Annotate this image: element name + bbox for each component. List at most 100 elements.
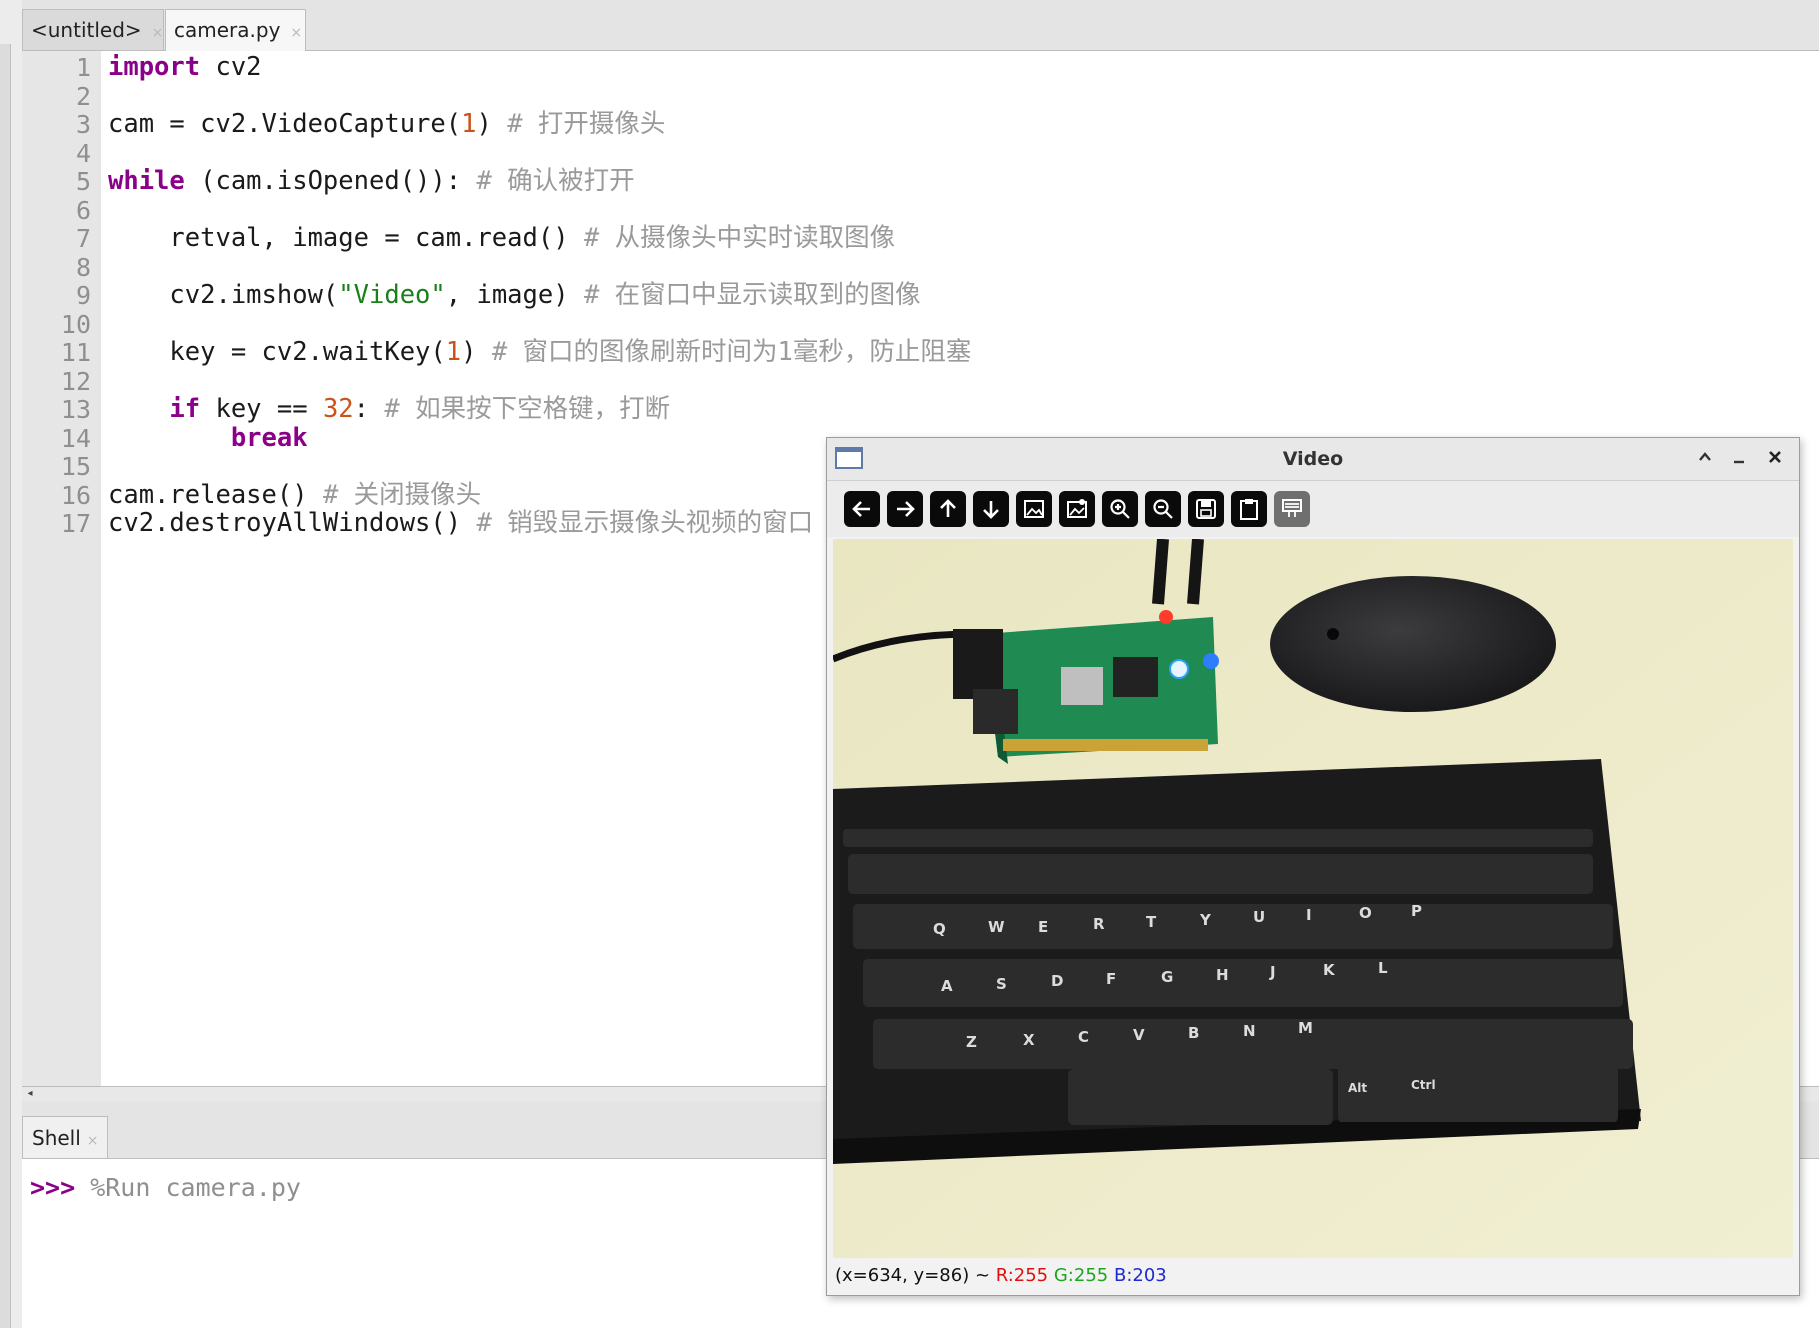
- zoom-out-button[interactable]: [1145, 491, 1181, 527]
- red-value: R:255: [995, 1265, 1049, 1286]
- arrow-up-icon: [940, 499, 956, 517]
- svg-text:Alt: Alt: [1348, 1081, 1367, 1095]
- svg-text:H: H: [1216, 966, 1229, 984]
- pan-up-button[interactable]: [930, 491, 966, 527]
- code-line-14: break: [108, 422, 308, 455]
- pan-left-button[interactable]: [844, 491, 880, 527]
- tab-untitled[interactable]: <untitled> ×: [22, 9, 164, 50]
- code-line-1: import cv2: [108, 51, 262, 84]
- svg-text:U: U: [1253, 908, 1265, 926]
- zoom-out-icon: [1153, 499, 1173, 519]
- zoom-original-button[interactable]: [1016, 491, 1052, 527]
- svg-text:S: S: [996, 975, 1007, 993]
- shell-line: >>> %Run camera.py: [30, 1173, 301, 1202]
- code-text: ): [476, 109, 508, 139]
- comment: # 在窗口中显示读取到的图像: [583, 280, 921, 310]
- comment: # 从摄像头中实时读取图像: [583, 223, 896, 253]
- clipboard-icon: [1240, 499, 1258, 520]
- svg-text:M: M: [1298, 1019, 1313, 1037]
- svg-text:G: G: [1161, 968, 1173, 986]
- copy-to-clipboard-button[interactable]: [1231, 491, 1267, 527]
- svg-text:D: D: [1051, 972, 1063, 990]
- properties-button[interactable]: [1274, 491, 1310, 527]
- code-text: (cam.isOpened()):: [184, 166, 477, 196]
- code-text: cv2: [200, 52, 262, 82]
- zoom-in-button[interactable]: [1102, 491, 1138, 527]
- code-text: cv2.destroyAllWindows(): [108, 508, 477, 538]
- svg-text:C: C: [1078, 1028, 1089, 1046]
- comment: # 打开摄像头: [507, 109, 666, 139]
- close-icon[interactable]: ×: [87, 1133, 99, 1149]
- video-window[interactable]: Video Q W E R T Y U I O P A S D F G H J …: [826, 437, 1800, 1296]
- svg-text:E: E: [1038, 918, 1048, 936]
- code-line-7: retval, image = cam.read() # 从摄像头中实时读取图像: [108, 222, 895, 255]
- code-text: key = cv2.waitKey(: [108, 337, 446, 367]
- properties-icon: [1282, 499, 1302, 517]
- tab-camera-py[interactable]: camera.py ×: [165, 9, 306, 51]
- keyword: import: [108, 52, 201, 82]
- svg-text:N: N: [1243, 1022, 1256, 1040]
- arrow-down-icon: [983, 501, 999, 519]
- code-line-5: while (cam.isOpened()): # 确认被打开: [108, 165, 635, 198]
- svg-text:V: V: [1133, 1026, 1145, 1044]
- keyword: break: [108, 422, 308, 453]
- chevron-up-icon: [1699, 452, 1711, 461]
- code-text: , image): [445, 280, 584, 310]
- save-icon: [1196, 499, 1216, 519]
- tab-shell-label: Shell: [32, 1126, 81, 1150]
- svg-text:P: P: [1411, 902, 1422, 920]
- code-text: cam.release(): [108, 479, 323, 510]
- minimize-icon: [1734, 460, 1744, 464]
- code-text: retval, image = cam.read(): [108, 223, 584, 253]
- svg-text:Y: Y: [1199, 911, 1212, 929]
- code-text: cam = cv2.VideoCapture(: [108, 109, 462, 139]
- svg-text:I: I: [1306, 906, 1312, 924]
- comment: # 窗口的图像刷新时间为1毫秒，防止阻塞: [491, 337, 972, 367]
- shell-prompt: >>>: [30, 1173, 76, 1202]
- keyword: if: [108, 394, 201, 424]
- video-toolbar: [827, 481, 1799, 537]
- image-icon: [1024, 500, 1044, 518]
- svg-text:Q: Q: [933, 920, 946, 938]
- tab-shell[interactable]: Shell ×: [22, 1116, 108, 1158]
- line-number: 17: [60, 509, 91, 538]
- zoom-fit-button[interactable]: [1059, 491, 1095, 527]
- code-line-11: key = cv2.waitKey(1) # 窗口的图像刷新时间为1毫秒，防止阻…: [108, 336, 971, 369]
- camera-frame[interactable]: Q W E R T Y U I O P A S D F G H J K L Z X C V B N M Alt Ctrl: [833, 539, 1793, 1258]
- arrow-left-icon: [852, 501, 870, 517]
- code-line-9: cv2.imshow("Video", image) # 在窗口中显示读取到的图…: [108, 279, 921, 312]
- green-value: G:255: [1053, 1265, 1109, 1286]
- pixel-status-bar: (x=634, y=86) ~ R:255 G:255 B:203: [835, 1261, 1167, 1291]
- left-edge-strip: [0, 44, 11, 1328]
- svg-text:X: X: [1023, 1031, 1035, 1049]
- close-window-button[interactable]: [1759, 442, 1791, 476]
- code-line-3: cam = cv2.VideoCapture(1) # 打开摄像头: [108, 108, 665, 141]
- code-line-17: cv2.destroyAllWindows() # 销毁显示摄像头视频的窗口: [108, 507, 813, 540]
- blue-value: B:203: [1113, 1265, 1167, 1286]
- code-text: key ==: [200, 394, 323, 424]
- tab-camera-py-label: camera.py: [174, 18, 281, 42]
- video-window-titlebar[interactable]: Video: [827, 438, 1799, 481]
- maximize-button[interactable]: [1689, 442, 1721, 476]
- svg-text:W: W: [988, 918, 1005, 936]
- shell-command: %Run camera.py: [75, 1173, 301, 1202]
- comment: # 关闭摄像头: [322, 479, 482, 510]
- svg-text:L: L: [1378, 959, 1388, 977]
- svg-text:K: K: [1323, 961, 1336, 979]
- pan-right-button[interactable]: [887, 491, 923, 527]
- code-text: :: [353, 394, 385, 424]
- close-icon[interactable]: ×: [290, 25, 302, 41]
- pan-down-button[interactable]: [973, 491, 1009, 527]
- comment: # 销毁显示摄像头视频的窗口: [476, 508, 814, 538]
- arrow-right-icon: [897, 501, 915, 517]
- svg-text:O: O: [1359, 904, 1372, 922]
- tab-untitled-label: <untitled>: [31, 18, 142, 42]
- camera-frame-image: Q W E R T Y U I O P A S D F G H J K L Z X C V B N M Alt Ctrl: [833, 539, 1793, 1258]
- close-icon[interactable]: ×: [152, 25, 164, 41]
- line-number-gutter: 1 2 3 4 5 6 7 8 9 10 11 12 13 14 15 16 1…: [22, 51, 101, 1086]
- scroll-left-icon[interactable]: ◂: [24, 1088, 36, 1100]
- svg-text:T: T: [1146, 913, 1157, 931]
- zoom-in-icon: [1110, 499, 1130, 519]
- save-button[interactable]: [1188, 491, 1224, 527]
- minimize-button[interactable]: [1723, 442, 1755, 476]
